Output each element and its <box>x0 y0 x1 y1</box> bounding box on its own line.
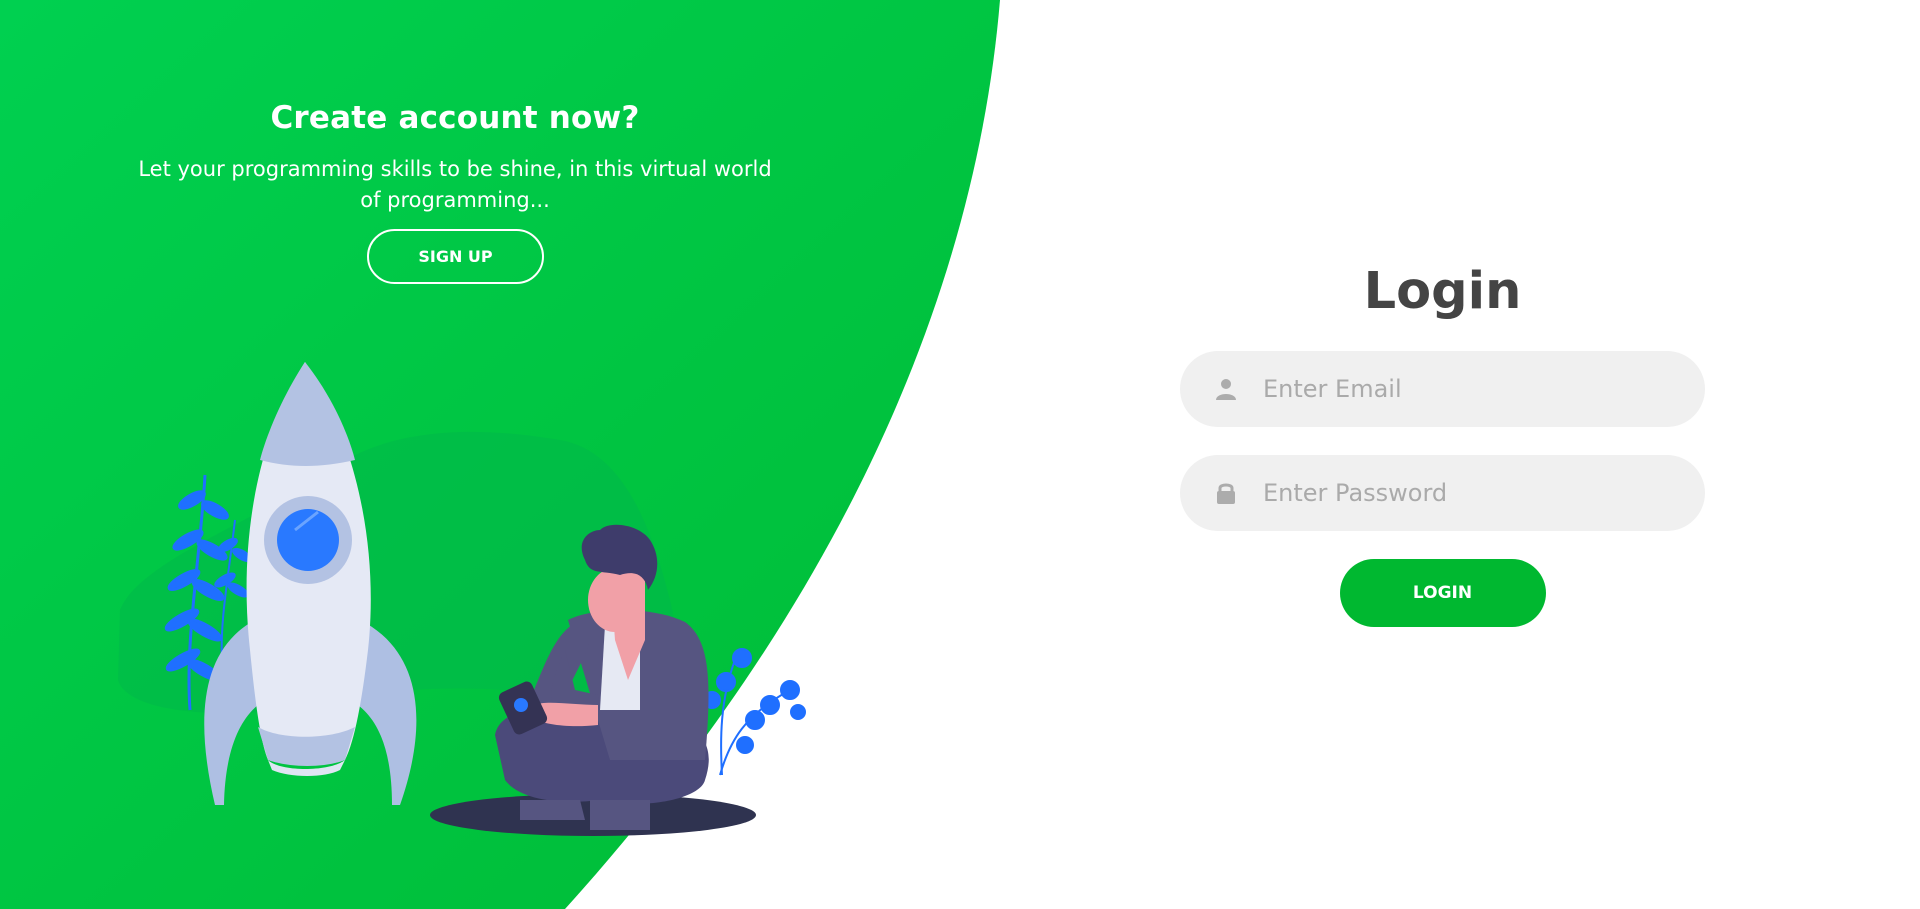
email-field[interactable] <box>1180 351 1705 427</box>
signup-description: Let your programming skills to be shine,… <box>138 157 772 212</box>
sign-up-button[interactable]: SIGN UP <box>367 229 544 284</box>
login-form: Login LOGIN <box>1180 262 1705 627</box>
password-field[interactable] <box>1180 455 1705 531</box>
rocket-illustration <box>118 362 806 836</box>
login-button[interactable]: LOGIN <box>1339 559 1546 627</box>
lock-icon <box>1205 481 1247 505</box>
email-input[interactable] <box>1261 374 1680 404</box>
login-heading: Login <box>1363 262 1522 321</box>
signup-heading: Create account now? <box>270 100 640 136</box>
plant-right <box>703 648 806 776</box>
password-input[interactable] <box>1261 478 1680 508</box>
user-icon <box>1205 377 1247 401</box>
